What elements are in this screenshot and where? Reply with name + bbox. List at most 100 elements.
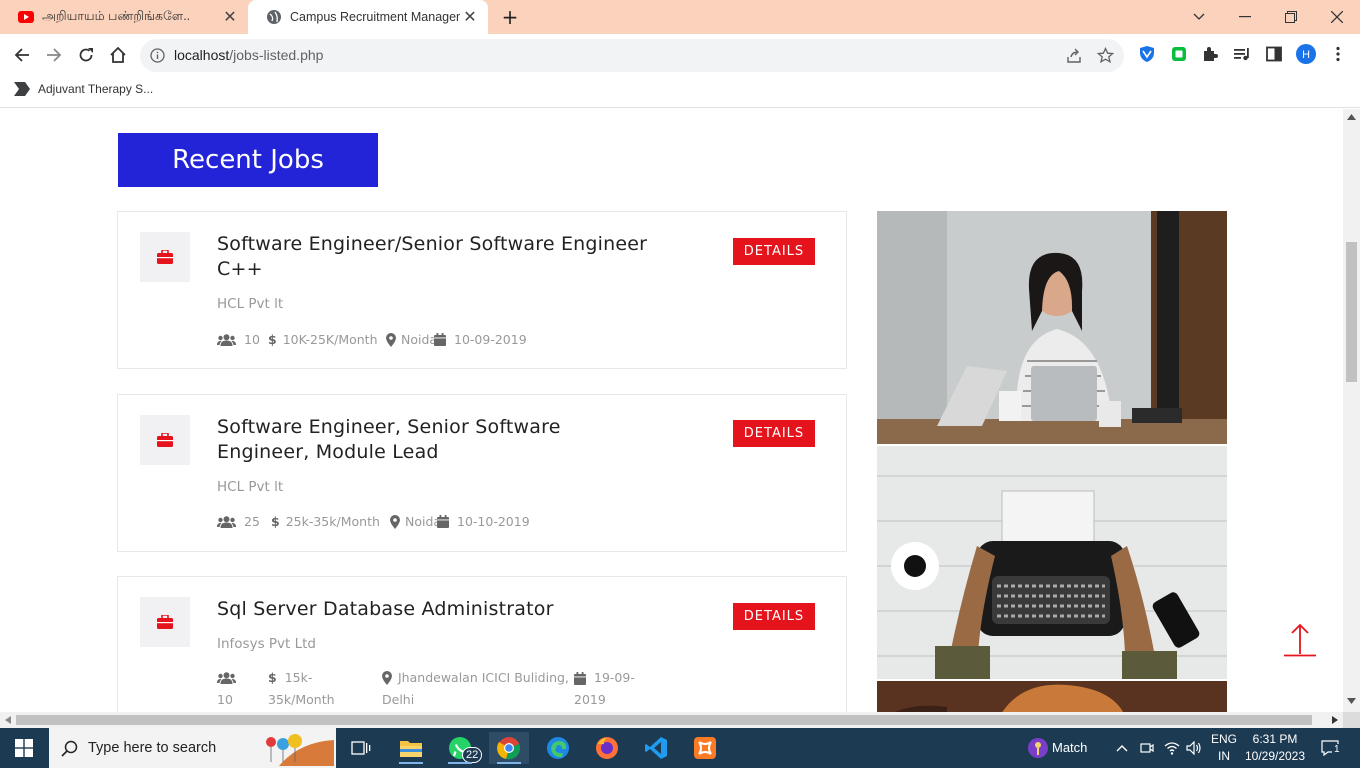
bookmark-page-icon — [14, 82, 30, 96]
chevron-up-icon[interactable] — [1112, 732, 1132, 764]
dollar-icon: $ — [268, 670, 277, 685]
scroll-left-arrow-icon[interactable] — [5, 716, 11, 724]
file-explorer-icon[interactable] — [391, 732, 431, 764]
job-title[interactable]: Software Engineer/Senior Software Engine… — [217, 232, 657, 282]
date-line-1: 19-09- — [594, 670, 635, 685]
openings-count: 10 — [244, 332, 260, 347]
bookmark-adjuvant[interactable]: Adjuvant Therapy S... — [14, 82, 153, 96]
reload-icon[interactable] — [74, 43, 98, 67]
windows-start-icon[interactable] — [4, 732, 44, 764]
chrome-icon[interactable] — [489, 732, 529, 764]
openings-count: 25 — [244, 514, 260, 529]
media-queue-icon[interactable] — [1232, 44, 1252, 64]
windows-taskbar: Type here to search 22 Match ENG IN 6:31… — [0, 728, 1360, 768]
location: Noida — [390, 514, 441, 529]
tab-youtube[interactable]: அறியாயம் பண்றிங்களே.. ✕ — [0, 0, 248, 34]
job-company: Infosys Pvt Ltd — [217, 636, 316, 652]
job-card: Sql Server Database Administrator Infosy… — [117, 576, 847, 712]
tab-campus-recruitment[interactable]: Campus Recruitment Management ✕ — [248, 0, 488, 34]
info-icon[interactable] — [150, 48, 165, 63]
profile-avatar[interactable]: H — [1296, 44, 1316, 64]
url-host: localhost — [174, 47, 230, 63]
details-button[interactable]: DETAILS — [733, 420, 815, 447]
location-line-2: Delhi — [382, 692, 415, 707]
dollar-icon: $ — [268, 332, 277, 347]
globe-icon — [267, 10, 281, 24]
users-icon — [217, 672, 236, 684]
clock-time: 6:31 PM — [1252, 732, 1298, 746]
green-extension-icon[interactable] — [1169, 44, 1189, 64]
new-tab-button[interactable]: + — [500, 6, 520, 28]
people-image — [877, 681, 1227, 712]
url-text[interactable]: localhost/jobs-listed.php — [174, 47, 323, 63]
page-viewport: Recent Jobs Software Engineer/Senior Sof… — [0, 109, 1343, 712]
bookmark-label: Adjuvant Therapy S... — [38, 82, 154, 96]
scroll-right-arrow-icon[interactable] — [1332, 716, 1338, 724]
extensions-puzzle-icon[interactable] — [1200, 44, 1220, 64]
close-window-icon[interactable] — [1314, 0, 1360, 34]
close-tab-icon[interactable]: ✕ — [220, 7, 240, 27]
salary-line-1: 15k- — [284, 670, 313, 685]
calendar-icon — [574, 671, 586, 685]
notifications-icon[interactable]: 1 — [1316, 732, 1344, 764]
xampp-icon[interactable] — [685, 732, 725, 764]
whatsapp-icon[interactable]: 22 — [440, 732, 483, 764]
briefcase-icon — [140, 232, 190, 282]
language-indicator[interactable]: ENG IN — [1208, 731, 1240, 765]
map-marker-icon — [386, 332, 396, 347]
menu-dots-icon[interactable] — [1328, 44, 1348, 64]
horizontal-scroll-thumb[interactable] — [16, 715, 1312, 725]
vertical-scrollbar[interactable] — [1343, 109, 1360, 712]
volume-icon[interactable] — [1184, 732, 1204, 764]
side-panel-icon[interactable] — [1264, 44, 1284, 64]
restore-icon[interactable] — [1268, 0, 1314, 34]
job-title[interactable]: Sql Server Database Administrator — [217, 597, 657, 622]
bookmark-star-icon[interactable] — [1097, 47, 1114, 64]
home-icon[interactable] — [106, 43, 130, 67]
youtube-icon — [18, 11, 34, 23]
tab-search-icon[interactable] — [1176, 0, 1222, 34]
back-icon[interactable] — [10, 43, 34, 67]
posted-date: 19-09- 2019 — [574, 667, 635, 711]
forward-icon[interactable] — [42, 43, 66, 67]
clock[interactable]: 6:31 PM 10/29/2023 — [1242, 731, 1308, 765]
close-tab-icon[interactable]: ✕ — [460, 7, 480, 27]
calendar-icon — [437, 515, 449, 528]
location-line-1: Jhandewalan ICICI Buliding, — [398, 670, 569, 685]
details-button[interactable]: DETAILS — [733, 238, 815, 265]
browser-toolbar: localhost/jobs-listed.php H — [0, 34, 1360, 76]
job-company: HCL Pvt lt — [217, 296, 284, 312]
job-title[interactable]: Software Engineer, Senior Software Engin… — [217, 415, 657, 465]
taskbar-search[interactable]: Type here to search — [49, 728, 336, 768]
search-highlight-icon — [266, 734, 334, 766]
scrollbar-corner — [1343, 712, 1360, 728]
typewriter-image — [877, 446, 1227, 679]
firefox-icon[interactable] — [587, 732, 627, 764]
details-button[interactable]: DETAILS — [733, 603, 815, 630]
scroll-to-top-button[interactable] — [1284, 621, 1316, 657]
address-bar[interactable]: localhost/jobs-listed.php — [140, 39, 1124, 72]
recent-jobs-heading: Recent Jobs — [118, 133, 378, 187]
location-value: Noida — [405, 514, 442, 529]
users-icon — [217, 515, 236, 528]
task-view-icon[interactable] — [341, 732, 381, 764]
posted-date: 10-10-2019 — [437, 514, 530, 529]
match-label[interactable]: Match — [1052, 739, 1087, 756]
vscode-icon[interactable] — [636, 732, 676, 764]
horizontal-scrollbar[interactable] — [0, 712, 1343, 728]
scroll-up-arrow-icon[interactable] — [1347, 114, 1356, 120]
edge-icon[interactable] — [538, 732, 578, 764]
location: Noida — [386, 332, 437, 347]
vertical-scroll-thumb[interactable] — [1346, 242, 1357, 382]
job-card: Software Engineer, Senior Software Engin… — [117, 394, 847, 552]
minimize-icon[interactable] — [1222, 0, 1268, 34]
wifi-icon[interactable] — [1162, 732, 1182, 764]
scroll-down-arrow-icon[interactable] — [1347, 698, 1356, 704]
meet-now-icon[interactable] — [1137, 732, 1157, 764]
share-icon[interactable] — [1066, 48, 1082, 64]
arrow-up-icon — [1284, 623, 1316, 657]
openings: 25 — [217, 514, 260, 529]
shield-icon[interactable] — [1137, 44, 1157, 64]
openings-count: 10 — [217, 692, 233, 707]
dollar-icon: $ — [271, 514, 280, 529]
